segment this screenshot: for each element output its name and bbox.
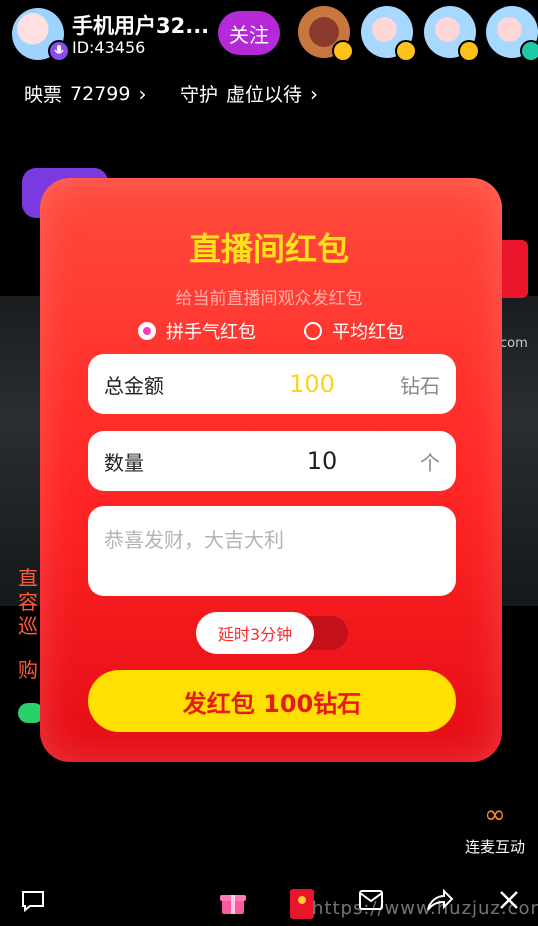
message-input[interactable]: 恭喜发财，大吉大利 xyxy=(88,506,456,596)
gem-badge-icon xyxy=(395,40,417,62)
host-name: 手机用户32... xyxy=(72,14,210,38)
side-text: 巡 xyxy=(18,614,38,638)
lianmai-button[interactable]: ∞ 连麦互动 xyxy=(462,800,528,857)
guard-value: 虚位以待 xyxy=(226,84,303,106)
stream-text: com xyxy=(500,336,528,351)
gift-icon[interactable] xyxy=(219,888,247,923)
quantity-field[interactable]: 数量 10 个 xyxy=(88,431,456,491)
viewer-avatar[interactable] xyxy=(486,6,538,62)
radio-label: 拼手气红包 xyxy=(166,322,256,343)
mic-icon xyxy=(48,40,70,62)
side-text: 购 xyxy=(18,658,38,682)
link-icon: ∞ xyxy=(484,800,506,830)
field-unit: 个 xyxy=(420,450,440,475)
gem-badge-icon xyxy=(332,40,354,62)
lianmai-label: 连麦互动 xyxy=(464,838,525,856)
viewer-avatar[interactable] xyxy=(361,6,417,62)
host-id: ID:43456 xyxy=(72,38,146,57)
total-amount-input[interactable]: 100 xyxy=(224,370,400,398)
chevron-right-icon: › xyxy=(138,81,147,106)
chat-icon[interactable] xyxy=(20,888,46,921)
guard-stat[interactable]: 守护 虚位以待 › xyxy=(180,80,318,107)
gem-badge-icon xyxy=(458,40,480,62)
radio-selected-icon xyxy=(138,322,156,340)
viewer-avatar[interactable] xyxy=(424,6,480,62)
follow-button[interactable]: 关注 xyxy=(218,11,280,55)
host-avatar[interactable] xyxy=(12,8,70,62)
modal-title: 直播间红包 xyxy=(188,230,349,268)
radio-average[interactable]: 平均红包 xyxy=(304,318,404,344)
field-label: 总金额 xyxy=(104,373,164,398)
field-label: 数量 xyxy=(104,450,144,475)
modal-subtitle: 给当前直播间观众发红包 xyxy=(175,289,363,309)
side-text: 直 xyxy=(18,566,38,590)
radio-label: 平均红包 xyxy=(332,322,404,343)
radio-lucky[interactable]: 拼手气红包 xyxy=(138,318,256,344)
ticket-stat[interactable]: 映票 72799 › xyxy=(24,80,146,107)
viewer-avatar[interactable] xyxy=(298,6,354,62)
send-redpacket-button[interactable]: 发红包 100钻石 xyxy=(88,670,456,732)
chevron-right-icon: › xyxy=(310,81,319,106)
ticket-label: 映票 xyxy=(24,84,63,106)
total-amount-field[interactable]: 总金额 100 钻石 xyxy=(88,354,456,414)
watermark: https://www.huzjuz.com xyxy=(312,898,538,919)
side-text: 容 xyxy=(18,590,38,614)
gem-badge-icon xyxy=(520,40,538,62)
radio-unselected-icon xyxy=(304,322,322,340)
delay-toggle[interactable]: 延时3分钟 xyxy=(196,612,314,654)
guard-label: 守护 xyxy=(180,84,219,106)
ticket-value: 72799 xyxy=(70,82,131,105)
quantity-input[interactable]: 10 xyxy=(224,447,420,475)
field-unit: 钻石 xyxy=(400,373,440,398)
